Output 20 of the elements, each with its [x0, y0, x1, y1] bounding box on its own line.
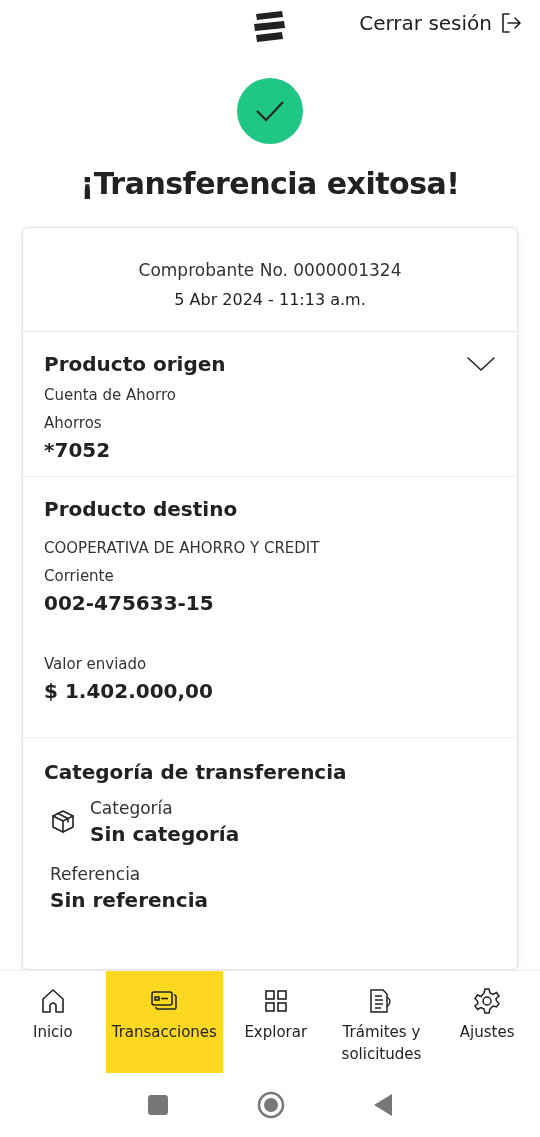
reference-label: Referencia [50, 864, 142, 884]
receipt-number: Comprobante No. 0000001324 [138, 260, 402, 280]
account-number: *7052 [44, 438, 112, 462]
product-detail: COOPERATIVA DE AHORRO Y CREDIT [44, 539, 321, 557]
amount-value: $ 1.402.000,00 [44, 679, 214, 703]
receipt-date: 5 Abr 2024 - 11:13 a.m. [174, 290, 366, 309]
amount-label: Valor enviado [44, 655, 148, 673]
product-detail: Corriente [44, 567, 115, 585]
product-detail: Cuenta de Ahorro [44, 386, 177, 404]
section-heading: Producto origen [44, 352, 226, 376]
section-heading: Producto destino [44, 497, 239, 521]
product-detail: Ahorros [44, 414, 103, 432]
account-number: 002-475633-15 [44, 591, 215, 615]
category-label: Categoría [90, 798, 174, 818]
success-title: ¡Transferencia exitosa! [80, 166, 460, 201]
reference-value: Sin referencia [50, 888, 210, 912]
logout-button[interactable]: Cerrar sesión [359, 11, 522, 35]
category-value: Sin categoría [90, 822, 240, 846]
nav-tab[interactable]: Transacciones [105, 971, 223, 1073]
section-heading: Categoría de transferencia [44, 760, 348, 784]
